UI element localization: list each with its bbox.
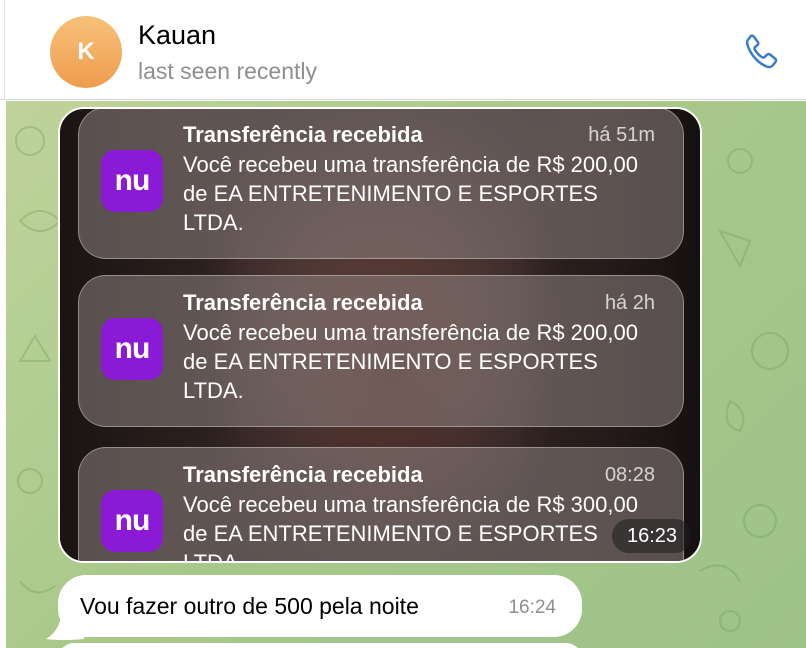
notification-card: nu Transferência recebida há 51m Você re… (78, 109, 684, 259)
message-bubble[interactable] (58, 643, 582, 648)
notification-card: nu Transferência recebida 08:28 Você rec… (78, 447, 684, 563)
message-text: Vou fazer outro de 500 pela noite (80, 593, 419, 619)
photo-message[interactable]: nu Transferência recebida há 51m Você re… (58, 107, 702, 563)
contact-name[interactable]: Kauan (138, 20, 216, 51)
notification-time: há 51m (588, 124, 655, 146)
message-timestamp: 16:23 (612, 519, 692, 553)
contact-status: last seen recently (138, 58, 317, 84)
message-bubble[interactable]: Vou fazer outro de 500 pela noite 16:24 (58, 575, 582, 637)
nubank-icon: nu (101, 150, 163, 212)
chat-header: K Kauan last seen recently (0, 0, 806, 100)
notification-time: 08:28 (604, 464, 655, 486)
notification-title: Transferência recebida (183, 290, 423, 315)
notification-title: Transferência recebida (183, 462, 423, 487)
notification-time: há 2h (604, 292, 655, 314)
divider (4, 0, 5, 100)
chat-area[interactable]: nu Transferência recebida há 51m Você re… (0, 101, 806, 648)
notification-card: nu Transferência recebida há 2h Você rec… (78, 275, 684, 427)
notification-body: Você recebeu uma transferência de R$ 200… (183, 152, 638, 235)
avatar[interactable]: K (50, 16, 122, 88)
notification-title: Transferência recebida (183, 122, 423, 147)
avatar-initial: K (77, 38, 95, 65)
message-timestamp: 16:24 (508, 597, 556, 618)
nubank-icon: nu (101, 318, 163, 380)
nubank-icon: nu (101, 490, 163, 552)
notification-body: Você recebeu uma transferência de R$ 200… (183, 320, 638, 403)
divider (0, 101, 6, 648)
phone-icon[interactable] (738, 30, 784, 76)
notification-body: Você recebeu uma transferência de R$ 300… (183, 492, 638, 563)
